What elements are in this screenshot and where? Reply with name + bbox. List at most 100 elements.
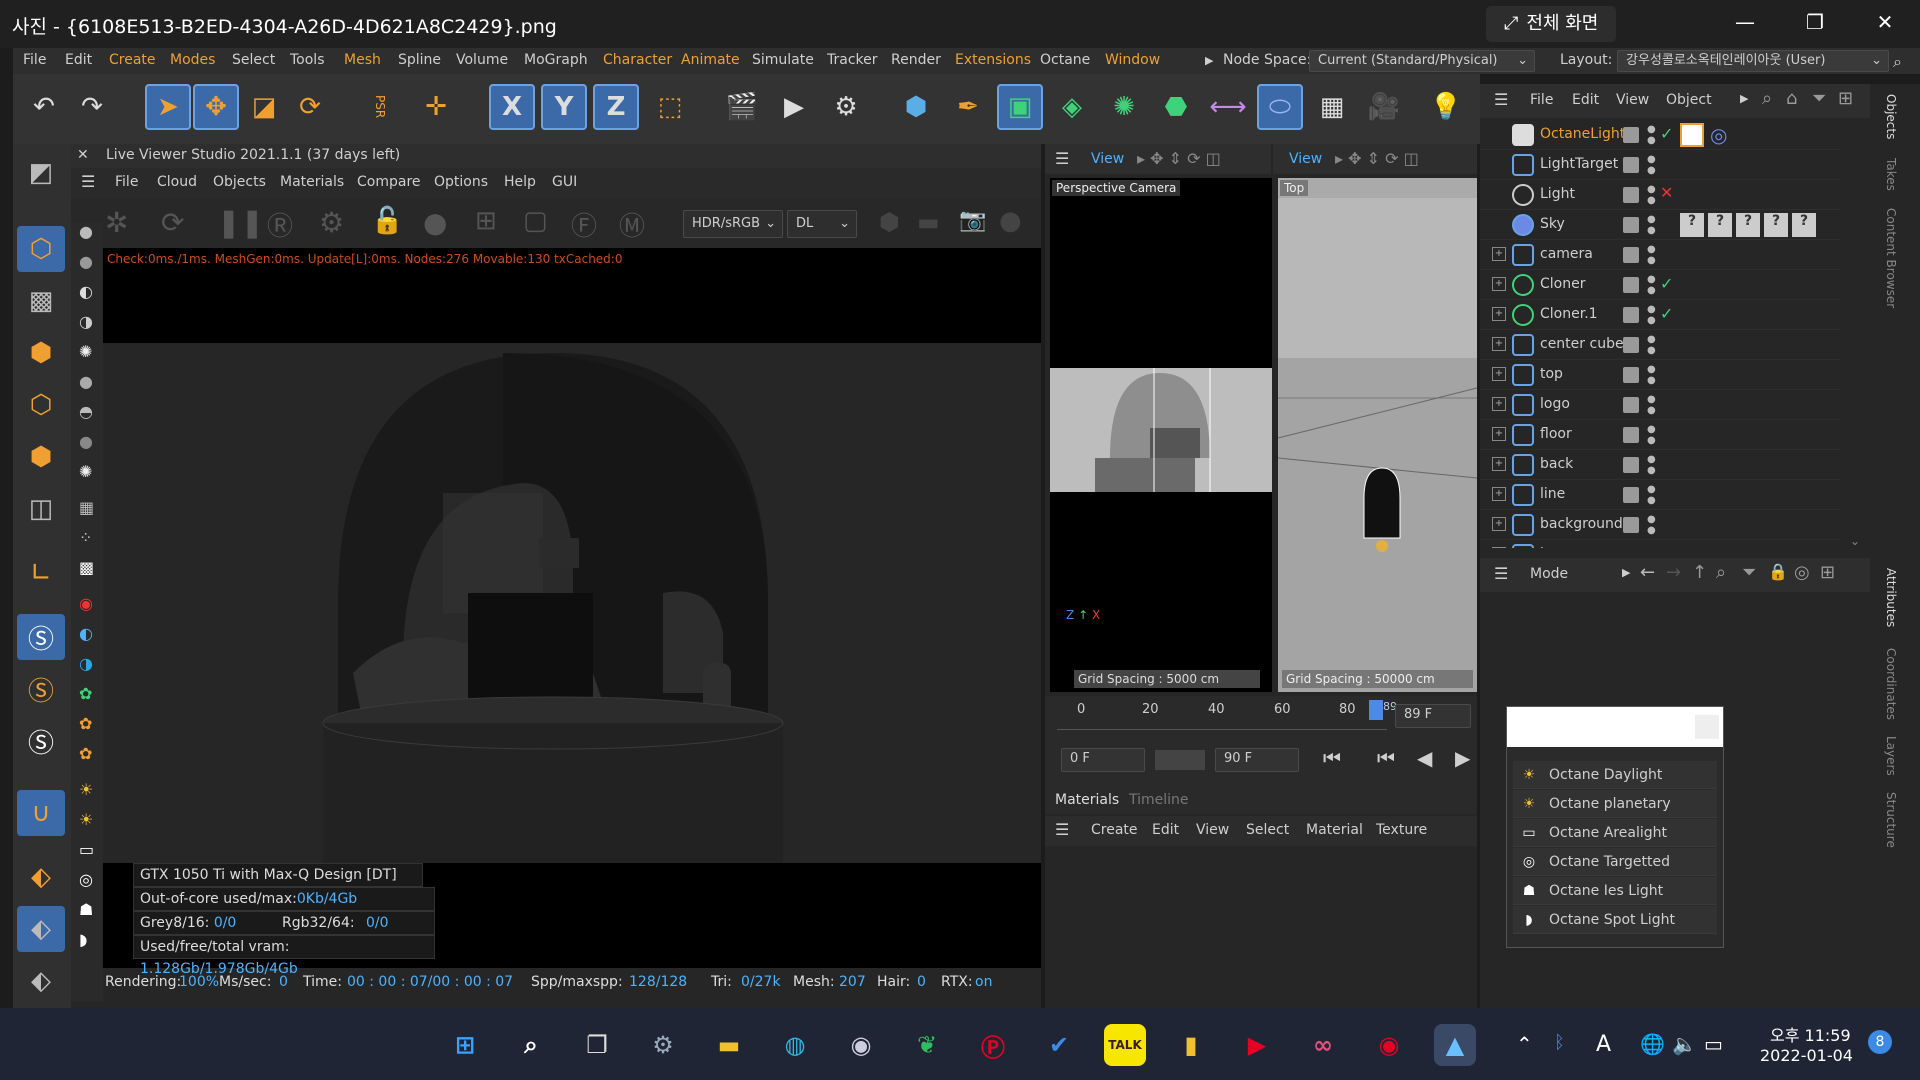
object-row[interactable]: LightTarget ● ● xyxy=(1480,150,1840,180)
lv-menu-compare[interactable]: Compare xyxy=(357,174,421,190)
navigation-icons[interactable]: ▸ ✥ ⇕ ⟳ ◫ xyxy=(1137,149,1221,168)
object-row[interactable]: + floor ● ● xyxy=(1480,420,1840,450)
edge-icon[interactable]: ◍ xyxy=(774,1024,816,1066)
mat-menu-create[interactable]: Create xyxy=(1091,822,1138,838)
visibility-dots[interactable]: ● ● xyxy=(1647,334,1656,356)
menu-render[interactable]: Render xyxy=(891,52,941,68)
polygons-mode-icon[interactable]: ⬢ xyxy=(17,434,65,480)
kakaotalk-icon[interactable]: TALK xyxy=(1104,1024,1146,1066)
object-row[interactable]: Light ● ● ✕ xyxy=(1480,180,1840,210)
battery-icon[interactable]: ▭ xyxy=(1704,1032,1723,1056)
ies-light-icon[interactable]: ☗ xyxy=(79,900,93,919)
sphere-icon[interactable]: ✺ xyxy=(79,342,92,361)
close-icon[interactable]: ✕ xyxy=(1870,10,1900,34)
edit-toggle[interactable] xyxy=(1623,217,1639,233)
workplane-icon[interactable]: ⬖ xyxy=(17,854,65,900)
lock-icon[interactable]: 🔒 xyxy=(1768,562,1788,581)
end-frame-field[interactable]: 90 F xyxy=(1215,748,1299,772)
settings-icon[interactable]: ⚙ xyxy=(642,1024,684,1066)
obj-menu-edit[interactable]: Edit xyxy=(1572,92,1599,108)
clock-time[interactable]: 오후 11:59 xyxy=(1770,1022,1851,1046)
lv-menu-help[interactable]: Help xyxy=(504,174,536,190)
menu-extensions[interactable]: Extensions xyxy=(955,52,1031,68)
menu-modes[interactable]: Modes xyxy=(170,52,215,68)
grid-icon[interactable]: ⬖ xyxy=(17,958,65,1004)
hexagon-icon[interactable]: ⬢ xyxy=(879,208,900,236)
sphere-icon[interactable]: ◑ xyxy=(79,312,93,331)
box-icon[interactable]: ▢ xyxy=(523,206,548,236)
menu-simulate[interactable]: Simulate xyxy=(752,52,814,68)
region-icon[interactable]: Ⓡ xyxy=(267,206,293,243)
visibility-dots[interactable]: ● ● xyxy=(1647,424,1656,446)
uv-mode-icon[interactable]: ◫ xyxy=(17,486,65,532)
menu-mograph[interactable]: MoGraph xyxy=(524,52,588,68)
add-icon[interactable]: ⊞ xyxy=(475,206,497,236)
top-viewport[interactable]: Top Grid Spacing : 50000 cm xyxy=(1278,178,1477,692)
floor-icon[interactable]: ▦ xyxy=(1309,84,1355,130)
tab-attributes[interactable]: Attributes xyxy=(1884,568,1898,627)
expand-icon[interactable]: + xyxy=(1492,457,1506,471)
object-row[interactable]: Sky ● ● ? ? ? ? ? xyxy=(1480,210,1840,240)
orange-node-icon[interactable]: ✿ xyxy=(79,744,92,763)
attr-arrow-icon[interactable]: ▶ xyxy=(1622,566,1630,579)
menu-spline[interactable]: Spline xyxy=(398,52,441,68)
deformer-icon[interactable]: ⬭ xyxy=(1257,84,1303,130)
film-icon[interactable]: ▬ xyxy=(917,208,940,236)
edit-toggle[interactable] xyxy=(1623,277,1639,293)
hamburger-icon[interactable]: ☰ xyxy=(1055,820,1069,839)
youtube-music-icon[interactable]: ◉ xyxy=(1368,1024,1410,1066)
pinterest-icon[interactable]: Ⓟ xyxy=(972,1024,1014,1066)
settings-gear-icon[interactable]: ⚙ xyxy=(319,206,344,239)
focus-icon[interactable]: Ⓕ xyxy=(571,206,597,243)
timeline-ruler[interactable]: 0 20 40 60 80 89 xyxy=(1057,700,1397,730)
mat-menu-select[interactable]: Select xyxy=(1246,822,1289,838)
send-scene-icon[interactable]: ✲ xyxy=(105,206,128,239)
menu-tools[interactable]: Tools xyxy=(290,52,325,68)
edit-toggle[interactable] xyxy=(1623,337,1639,353)
spot-light-icon[interactable]: ◗ xyxy=(79,930,87,949)
visibility-dots[interactable]: ● ● xyxy=(1647,274,1656,296)
extrude-icon[interactable]: ◈ xyxy=(1049,84,1095,130)
search-icon[interactable]: ⌕ xyxy=(1716,562,1726,583)
light-menu-item[interactable]: ☀ Octane planetary xyxy=(1513,790,1717,818)
render-view-icon[interactable]: ▶ xyxy=(771,84,817,130)
blue-circle-icon[interactable]: ◑ xyxy=(79,654,93,673)
node-space-arrow-icon[interactable]: ▶ xyxy=(1205,54,1213,67)
scroll-down-icon[interactable]: ⌄ xyxy=(1850,534,1860,548)
sun-icon[interactable]: ☀ xyxy=(79,810,93,829)
expand-icon[interactable]: + xyxy=(1492,427,1506,441)
locked-workplane-icon[interactable]: ⬖ xyxy=(17,906,65,952)
navigation-icons[interactable]: ▸ ✥ ⇕ ⟳ ◫ xyxy=(1335,149,1419,168)
edit-toggle[interactable] xyxy=(1623,367,1639,383)
red-record-icon[interactable]: ◉ xyxy=(79,594,93,613)
area-light-icon[interactable]: ▭ xyxy=(79,840,94,859)
psr-icon[interactable]: PSR xyxy=(357,84,403,130)
render-region-icon[interactable]: 🎬 xyxy=(719,84,765,130)
back-arrow-icon[interactable]: ← xyxy=(1640,562,1655,583)
transform-icon[interactable]: ✛ xyxy=(413,84,459,130)
edit-toggle[interactable] xyxy=(1623,157,1639,173)
edit-toggle[interactable] xyxy=(1623,247,1639,263)
edit-toggle[interactable] xyxy=(1623,487,1639,503)
grid-texture-icon[interactable]: ▦ xyxy=(79,498,94,517)
range-slider[interactable] xyxy=(1155,750,1205,770)
lv-menu-gui[interactable]: GUI xyxy=(552,174,577,190)
sphere-icon[interactable]: ◐ xyxy=(79,282,93,301)
circle-icon[interactable]: ● xyxy=(999,206,1022,236)
cloner-icon[interactable]: ✺ xyxy=(1101,84,1147,130)
tab-takes[interactable]: Takes xyxy=(1884,158,1898,191)
cube-icon[interactable]: ⬢ xyxy=(893,84,939,130)
axis-mode-icon[interactable]: ∟ xyxy=(17,550,65,596)
edit-toggle[interactable] xyxy=(1623,307,1639,323)
network-icon[interactable]: 🌐 xyxy=(1640,1032,1665,1056)
go-to-start-icon[interactable]: ⏮ xyxy=(1323,746,1341,770)
object-row[interactable]: + top ● ● xyxy=(1480,360,1840,390)
obj-menu-view[interactable]: View xyxy=(1616,92,1649,108)
left-view-menu[interactable]: View xyxy=(1091,151,1124,167)
expand-icon[interactable]: + xyxy=(1492,337,1506,351)
material-tag-icon[interactable]: ? xyxy=(1708,213,1732,237)
tab-layers[interactable]: Layers xyxy=(1884,736,1898,776)
visibility-dots[interactable]: ● ● xyxy=(1647,484,1656,506)
disabled-x-icon[interactable]: ✕ xyxy=(1660,183,1673,202)
start-frame-field[interactable]: 0 F xyxy=(1061,748,1145,772)
